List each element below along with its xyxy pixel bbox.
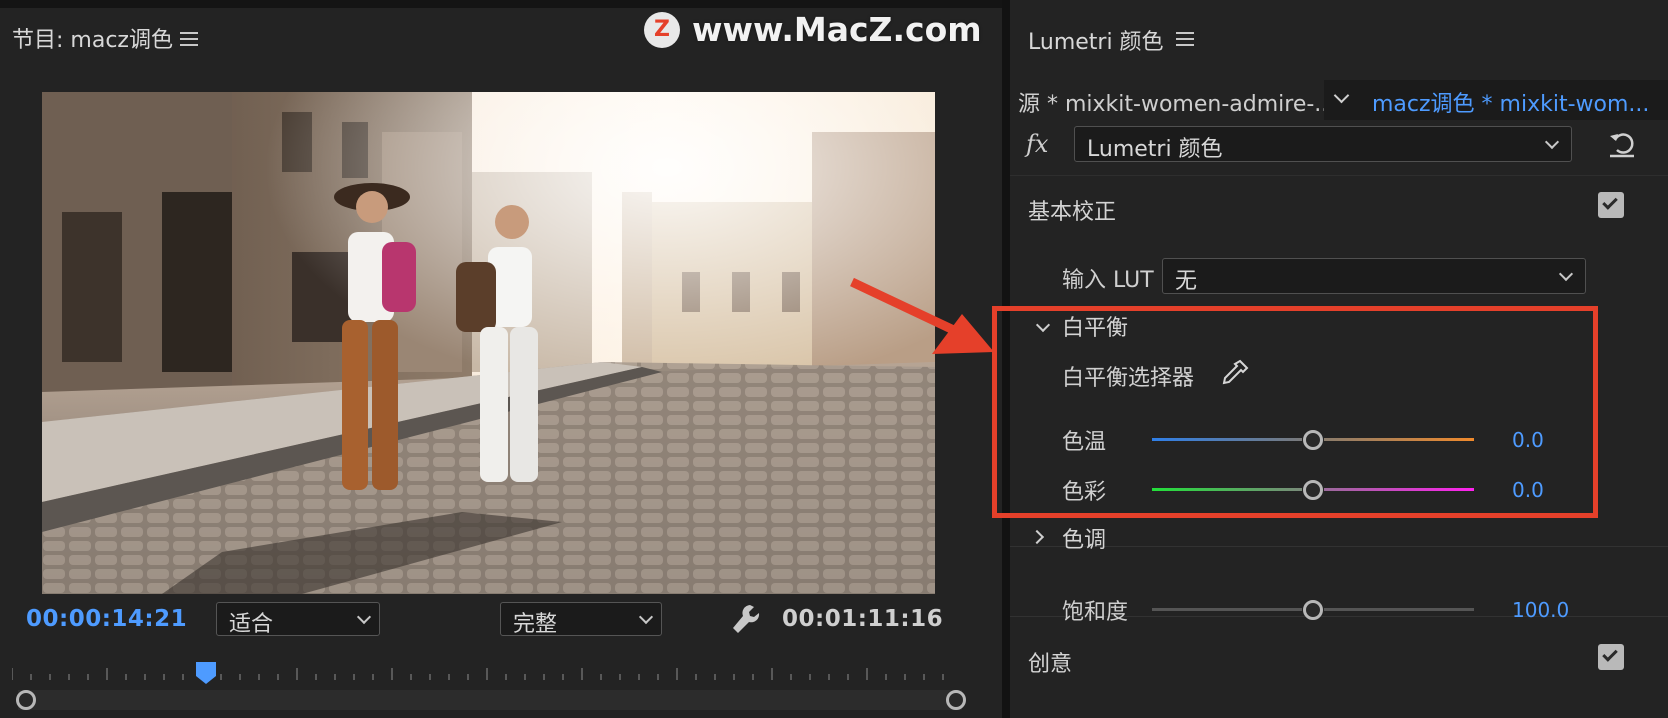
tone-heading[interactable]: 色调 xyxy=(1062,522,1106,554)
scrollbar-left-handle[interactable] xyxy=(16,690,36,710)
saturation-slider-thumb[interactable] xyxy=(1303,600,1323,620)
active-clip-label: macz调色 * mixkit-wom... xyxy=(1372,92,1650,117)
clip-selector-row: 源 * mixkit-women-admire-... macz调色 * mix… xyxy=(1010,80,1668,120)
input-lut-value: 无 xyxy=(1175,269,1198,294)
chevron-down-icon xyxy=(1333,87,1350,104)
chevron-down-icon xyxy=(356,609,372,625)
video-preview xyxy=(42,92,935,594)
panel-menu-icon[interactable] xyxy=(1176,32,1194,46)
time-ruler[interactable] xyxy=(12,664,962,686)
program-monitor-title[interactable]: 节目: macz调色 xyxy=(12,22,173,54)
chevron-down-icon xyxy=(638,609,654,625)
saturation-label: 饱和度 xyxy=(1062,600,1129,625)
zoom-scrollbar[interactable] xyxy=(18,690,962,710)
lumetri-header: Lumetri 颜色 xyxy=(1010,0,1668,72)
playback-resolution-value: 完整 xyxy=(513,612,558,637)
basic-correction-heading[interactable]: 基本校正 xyxy=(1028,194,1116,226)
zoom-level-value: 适合 xyxy=(229,612,274,637)
wrench-icon-svg xyxy=(733,605,760,633)
effect-row: fx Lumetri 颜色 xyxy=(1010,122,1668,176)
watermark: Z www.MacZ.com xyxy=(644,8,982,52)
reset-icon[interactable] xyxy=(1606,128,1638,160)
checkmark-icon xyxy=(1602,194,1618,210)
creative-heading[interactable]: 创意 xyxy=(1028,646,1072,678)
chevron-down-icon xyxy=(1544,134,1560,150)
basic-correction-checkbox[interactable] xyxy=(1598,192,1624,218)
duration-timecode: 00:01:11:16 xyxy=(782,606,944,632)
source-clip-tab[interactable]: 源 * mixkit-women-admire-... xyxy=(1018,86,1335,118)
chevron-down-icon xyxy=(1558,266,1574,282)
disclosure-triangle-closed-icon[interactable] xyxy=(1029,529,1045,545)
saturation-value[interactable]: 100.0 xyxy=(1512,598,1569,622)
input-lut-select[interactable]: 无 xyxy=(1162,258,1586,294)
creative-checkbox[interactable] xyxy=(1598,644,1624,670)
street-scene-image xyxy=(42,92,935,594)
scrollbar-right-handle[interactable] xyxy=(946,690,966,710)
playhead-marker-icon[interactable] xyxy=(194,660,218,686)
active-clip-selector[interactable]: macz调色 * mixkit-wom... xyxy=(1324,80,1668,120)
saturation-slider[interactable] xyxy=(1152,600,1474,620)
panel-top-border xyxy=(0,0,1002,8)
watermark-logo-letter: Z xyxy=(654,17,670,42)
red-arrow-icon xyxy=(850,277,994,354)
effect-select[interactable]: Lumetri 颜色 xyxy=(1074,126,1572,162)
saturation-track-left xyxy=(1152,608,1302,611)
current-timecode[interactable]: 00:00:14:21 xyxy=(26,606,187,632)
watermark-text: www.MacZ.com xyxy=(692,10,982,49)
playback-resolution-select[interactable]: 完整 xyxy=(500,602,662,637)
zoom-level-select[interactable]: 适合 xyxy=(216,602,380,637)
saturation-track-right xyxy=(1324,608,1474,611)
white-balance-highlight-box xyxy=(992,306,1598,518)
checkmark-icon xyxy=(1602,646,1618,662)
input-lut-label: 输入 LUT xyxy=(1062,268,1154,293)
fx-icon: fx xyxy=(1026,130,1049,158)
lumetri-panel-title[interactable]: Lumetri 颜色 xyxy=(1028,24,1164,56)
panel-menu-icon[interactable] xyxy=(180,32,198,46)
wrench-icon[interactable] xyxy=(730,602,762,638)
effect-select-value: Lumetri 颜色 xyxy=(1087,137,1223,162)
section-separator xyxy=(1010,546,1668,547)
